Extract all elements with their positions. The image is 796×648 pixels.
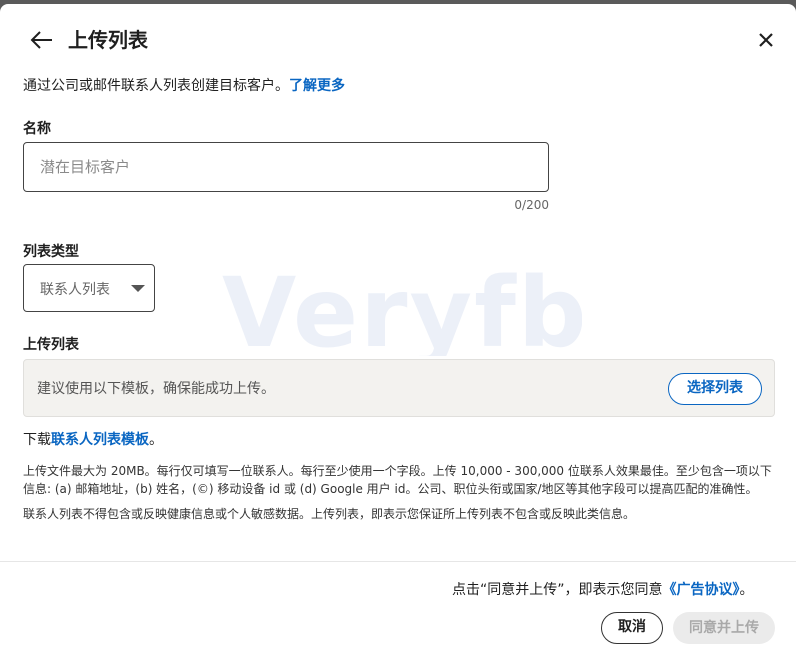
dialog-title: 上传列表: [68, 28, 148, 52]
list-type-label: 列表类型: [23, 244, 79, 260]
intro-text: 通过公司或邮件联系人列表创建目标客户。了解更多: [23, 76, 345, 96]
upload-list-dialog: 上传列表 通过公司或邮件联系人列表创建目标客户。了解更多 名称 0/200 列表…: [0, 4, 796, 648]
consent-text: 点击“同意并上传”，即表示您同意《广告协议》。: [452, 580, 754, 600]
learn-more-link[interactable]: 了解更多: [289, 78, 345, 94]
download-suffix: 。: [149, 432, 163, 448]
choose-list-button[interactable]: 选择列表: [668, 373, 762, 405]
watermark-text: Veryfb: [222, 266, 582, 356]
name-char-counter: 0/200: [514, 198, 549, 212]
close-button[interactable]: [752, 26, 780, 54]
privacy-notice-text: 联系人列表不得包含或反映健康信息或个人敏感数据。上传列表，即表示您保证所上传列表…: [23, 507, 636, 521]
close-icon: [759, 33, 773, 47]
footer-divider: [0, 561, 796, 562]
agree-and-upload-button[interactable]: 同意并上传: [673, 612, 775, 644]
upload-dropzone: 建议使用以下模板，确保能成功上传。 选择列表: [23, 359, 775, 417]
download-prefix: 下载: [23, 432, 51, 448]
upload-hint: 建议使用以下模板，确保能成功上传。: [37, 381, 275, 397]
watermark-logo: Veryfb: [222, 266, 582, 356]
arrow-left-icon: [30, 31, 52, 49]
download-template-line: 下载联系人列表模板。: [23, 430, 163, 450]
dialog-header: 上传列表: [0, 4, 796, 74]
ad-agreement-link[interactable]: 《广告协议》: [663, 582, 740, 598]
caret-down-icon: [131, 285, 145, 292]
list-name-input[interactable]: [23, 142, 549, 192]
contact-template-link[interactable]: 联系人列表模板: [51, 432, 149, 448]
intro-description: 通过公司或邮件联系人列表创建目标客户。: [23, 78, 289, 94]
list-type-value: 联系人列表: [40, 282, 110, 298]
upload-list-label: 上传列表: [23, 337, 79, 353]
name-label: 名称: [23, 121, 51, 137]
back-button[interactable]: [26, 26, 58, 54]
list-type-select[interactable]: 联系人列表: [23, 264, 155, 312]
cancel-button[interactable]: 取消: [601, 612, 663, 644]
upload-requirements-text: 上传文件最大为 20MB。每行仅可填写一位联系人。每行至少使用一个字段。上传 1…: [23, 464, 772, 496]
consent-prefix: 点击“同意并上传”，即表示您同意: [452, 582, 663, 598]
consent-suffix: 。: [739, 582, 754, 598]
